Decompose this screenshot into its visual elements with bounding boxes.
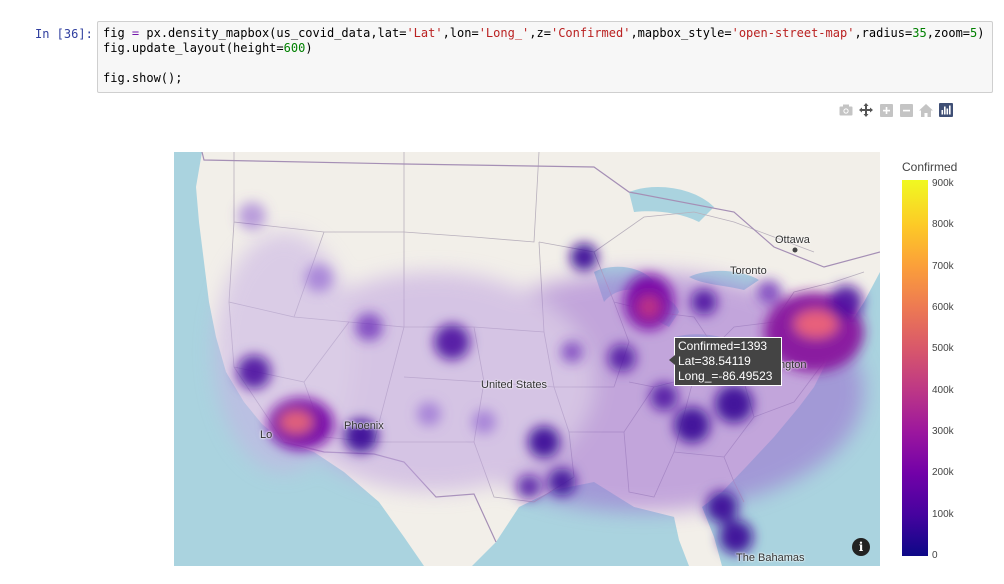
ottawa-marker — [792, 247, 798, 253]
colorbar-tick-label: 300k — [932, 426, 954, 437]
label-united-states: United States — [481, 379, 548, 391]
code-token: ,zoom= — [926, 26, 971, 40]
code-cell[interactable]: fig = px.density_mapbox(us_covid_data,la… — [97, 21, 993, 93]
tooltip-lat: Lat=38.54119 — [678, 354, 751, 368]
code-token: 'Long_' — [478, 26, 530, 40]
code-token: ) — [305, 41, 313, 55]
code-editor[interactable]: fig = px.density_mapbox(us_covid_data,la… — [103, 26, 985, 86]
code-token: fig.show(); — [103, 71, 183, 85]
camera-icon[interactable] — [836, 101, 856, 119]
label-washington: ngton — [779, 359, 807, 371]
tooltip-confirmed: Confirmed=1393 — [678, 339, 768, 353]
code-token: 'open-street-map' — [731, 26, 855, 40]
code-token: 600 — [283, 41, 306, 55]
label-los-angeles: Lo — [260, 429, 273, 441]
plot-modebar — [836, 101, 956, 119]
code-token: fig.update_layout(height= — [103, 41, 284, 55]
code-line: fig.update_layout(height=600) — [103, 41, 985, 56]
code-token: ,mapbox_style= — [630, 26, 732, 40]
cell-prompt: In [36]: — [35, 27, 93, 41]
code-token: ,z= — [529, 26, 551, 40]
code-token: 'Lat' — [406, 26, 443, 40]
zoom-in-icon[interactable] — [876, 101, 896, 119]
pan-icon[interactable] — [856, 101, 876, 119]
code-token: 'Confirmed' — [550, 26, 631, 40]
colorbar — [902, 180, 928, 556]
plotly-logo-icon[interactable] — [936, 101, 956, 119]
colorbar-tick-label: 100k — [932, 508, 954, 520]
code-token: ) — [977, 26, 985, 40]
code-token: ,lon= — [442, 26, 479, 40]
colorbar-tick-label: 600k — [932, 302, 954, 313]
home-icon[interactable] — [916, 101, 936, 119]
colorbar-tick-label: 700k — [932, 260, 954, 272]
label-phoenix: Phoenix — [344, 420, 384, 432]
zoom-out-icon[interactable] — [896, 101, 916, 119]
code-token: ,radius= — [854, 26, 913, 40]
hover-tooltip: Confirmed=1393 Lat=38.54119 Long_=-86.49… — [669, 337, 782, 386]
code-token: 35 — [912, 26, 927, 40]
info-icon[interactable]: i — [852, 538, 870, 556]
colorbar-title: Confirmed — [902, 160, 958, 174]
label-bahamas: The Bahamas — [736, 552, 805, 564]
code-token: px.density_mapbox(us_covid_data,lat= — [139, 26, 407, 40]
code-line: fig = px.density_mapbox(us_covid_data,la… — [103, 26, 985, 41]
colorbar-tick-label: 800k — [932, 219, 954, 231]
colorbar-tick-label: 400k — [932, 384, 954, 396]
colorbar-tick-label: 0 — [932, 550, 938, 561]
code-line: fig.show(); — [103, 71, 985, 86]
colorbar-tick-label: 900k — [932, 178, 954, 189]
tooltip-long: Long_=-86.49523 — [678, 369, 773, 383]
code-token: fig — [103, 26, 132, 40]
label-ottawa: Ottawa — [775, 234, 810, 246]
label-toronto: Toronto — [730, 265, 767, 277]
colorbar-tick-label: 200k — [932, 467, 954, 479]
colorbar-tick-label: 500k — [932, 343, 954, 355]
